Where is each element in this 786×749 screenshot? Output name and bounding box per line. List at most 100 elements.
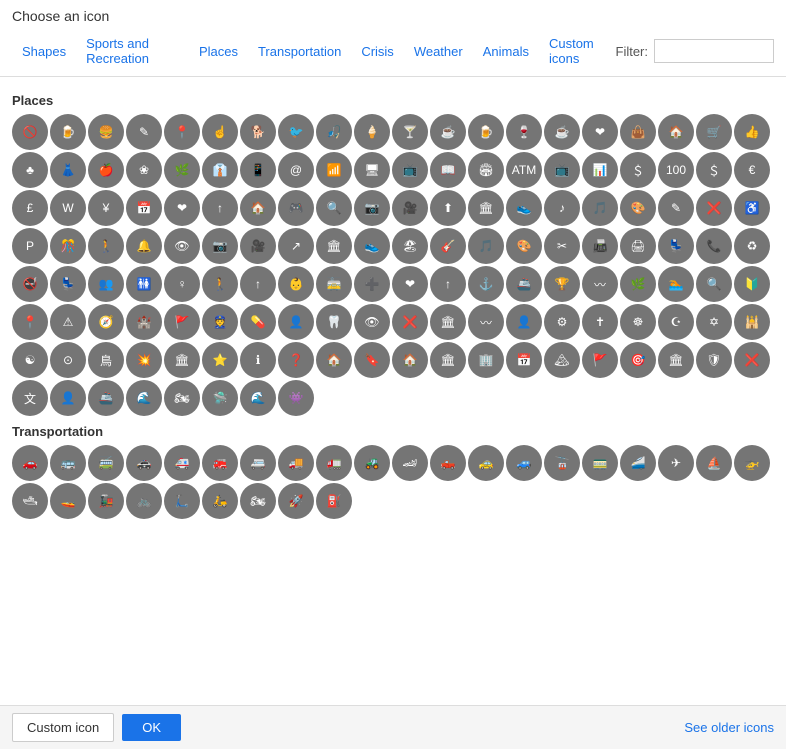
places-icon-55[interactable]: 🎵 — [582, 190, 618, 226]
places-icon-102[interactable]: 🧭 — [88, 304, 124, 340]
places-icon-110[interactable]: ❌ — [392, 304, 428, 340]
transport-icon-21[interactable]: 🚤 — [50, 483, 86, 519]
older-icons-link[interactable]: See older icons — [684, 720, 774, 735]
places-icon-5[interactable]: ☝ — [202, 114, 238, 150]
places-icon-61[interactable]: 🎊 — [50, 228, 86, 264]
places-icon-58[interactable]: ❌ — [696, 190, 732, 226]
places-icon-64[interactable]: 👁 — [164, 228, 200, 264]
places-icon-139[interactable]: ❌ — [734, 342, 770, 378]
places-icon-146[interactable]: 🌊 — [240, 380, 276, 416]
places-icon-121[interactable]: ⊙ — [50, 342, 86, 378]
places-icon-67[interactable]: ↗ — [278, 228, 314, 264]
places-icon-49[interactable]: 📷 — [354, 190, 390, 226]
places-icon-28[interactable]: 📶 — [316, 152, 352, 188]
custom-icon-button[interactable]: Custom icon — [12, 713, 114, 742]
places-icon-1[interactable]: 🍺 — [50, 114, 86, 150]
transport-icon-9[interactable]: 🚜 — [354, 445, 390, 481]
places-icon-50[interactable]: 🎥 — [392, 190, 428, 226]
places-icon-47[interactable]: 🎮 — [278, 190, 314, 226]
places-icon-10[interactable]: 🍸 — [392, 114, 428, 150]
places-icon-23[interactable]: ❀ — [126, 152, 162, 188]
tab-transportation[interactable]: Transportation — [248, 40, 351, 63]
places-icon-80[interactable]: 🚭 — [12, 266, 48, 302]
places-icon-100[interactable]: 📍 — [12, 304, 48, 340]
transport-icon-11[interactable]: 🛻 — [430, 445, 466, 481]
places-icon-97[interactable]: 🏊 — [658, 266, 694, 302]
places-icon-141[interactable]: 👤 — [50, 380, 86, 416]
places-icon-115[interactable]: ✝ — [582, 304, 618, 340]
tab-weather[interactable]: Weather — [404, 40, 473, 63]
places-icon-11[interactable]: ☕ — [430, 114, 466, 150]
places-icon-138[interactable]: 🛡 — [696, 342, 732, 378]
places-icon-113[interactable]: 👤 — [506, 304, 542, 340]
places-icon-14[interactable]: ☕ — [544, 114, 580, 150]
transport-icon-16[interactable]: 🚄 — [620, 445, 656, 481]
tab-crisis[interactable]: Crisis — [351, 40, 404, 63]
places-icon-147[interactable]: 👾 — [278, 380, 314, 416]
places-icon-109[interactable]: 👁 — [354, 304, 390, 340]
places-icon-37[interactable]: 100 — [658, 152, 694, 188]
places-icon-66[interactable]: 🎥 — [240, 228, 276, 264]
places-icon-123[interactable]: 💥 — [126, 342, 162, 378]
tab-animals[interactable]: Animals — [473, 40, 539, 63]
places-icon-44[interactable]: ❤ — [164, 190, 200, 226]
places-icon-86[interactable]: ↑ — [240, 266, 276, 302]
transport-icon-13[interactable]: 🚙 — [506, 445, 542, 481]
places-icon-32[interactable]: 🏟 — [468, 152, 504, 188]
places-icon-57[interactable]: ✎ — [658, 190, 694, 226]
places-icon-51[interactable]: ⬆ — [430, 190, 466, 226]
places-icon-142[interactable]: 🚢 — [88, 380, 124, 416]
places-icon-114[interactable]: ⚙ — [544, 304, 580, 340]
places-icon-62[interactable]: 🚶 — [88, 228, 124, 264]
places-icon-95[interactable]: 〰 — [582, 266, 618, 302]
ok-button[interactable]: OK — [122, 714, 181, 741]
places-icon-96[interactable]: 🌿 — [620, 266, 656, 302]
transport-icon-17[interactable]: ✈ — [658, 445, 694, 481]
places-icon-82[interactable]: 👥 — [88, 266, 124, 302]
places-icon-130[interactable]: 🏠 — [392, 342, 428, 378]
places-icon-145[interactable]: 🛸 — [202, 380, 238, 416]
places-icon-40[interactable]: £ — [12, 190, 48, 226]
places-icon-12[interactable]: 🍺 — [468, 114, 504, 150]
transport-icon-14[interactable]: 🚡 — [544, 445, 580, 481]
places-icon-43[interactable]: 📅 — [126, 190, 162, 226]
places-icon-128[interactable]: 🏠 — [316, 342, 352, 378]
transport-icon-10[interactable]: 🏎 — [392, 445, 428, 481]
places-icon-4[interactable]: 📍 — [164, 114, 200, 150]
places-icon-3[interactable]: ✎ — [126, 114, 162, 150]
places-icon-103[interactable]: 🏰 — [126, 304, 162, 340]
places-icon-91[interactable]: ↑ — [430, 266, 466, 302]
places-icon-131[interactable]: 🏛 — [430, 342, 466, 378]
places-icon-132[interactable]: 🏢 — [468, 342, 504, 378]
places-icon-120[interactable]: ☯ — [12, 342, 48, 378]
transport-icon-3[interactable]: 🚓 — [126, 445, 162, 481]
places-icon-70[interactable]: 🏖 — [392, 228, 428, 264]
places-icon-119[interactable]: 🕌 — [734, 304, 770, 340]
places-icon-30[interactable]: 📺 — [392, 152, 428, 188]
places-icon-52[interactable]: 🏛 — [468, 190, 504, 226]
places-icon-108[interactable]: 🦷 — [316, 304, 352, 340]
places-icon-45[interactable]: ↑ — [202, 190, 238, 226]
places-icon-125[interactable]: ⭐ — [202, 342, 238, 378]
places-icon-46[interactable]: 🏠 — [240, 190, 276, 226]
places-icon-6[interactable]: 🐕 — [240, 114, 276, 150]
places-icon-16[interactable]: 👜 — [620, 114, 656, 150]
places-icon-26[interactable]: 📱 — [240, 152, 276, 188]
places-icon-56[interactable]: 🎨 — [620, 190, 656, 226]
tab-custom-icons[interactable]: Custom icons — [539, 32, 616, 70]
places-icon-92[interactable]: ⚓ — [468, 266, 504, 302]
places-icon-106[interactable]: 💊 — [240, 304, 276, 340]
places-icon-68[interactable]: 🏛 — [316, 228, 352, 264]
filter-input[interactable] — [654, 39, 774, 63]
places-icon-84[interactable]: ♀ — [164, 266, 200, 302]
places-icon-63[interactable]: 🔔 — [126, 228, 162, 264]
places-icon-118[interactable]: ✡ — [696, 304, 732, 340]
places-icon-22[interactable]: 🍎 — [88, 152, 124, 188]
places-icon-127[interactable]: ❓ — [278, 342, 314, 378]
places-icon-116[interactable]: ☸ — [620, 304, 656, 340]
places-icon-33[interactable]: ATM — [506, 152, 542, 188]
places-icon-105[interactable]: 👮 — [202, 304, 238, 340]
places-icon-17[interactable]: 🏠 — [658, 114, 694, 150]
places-icon-24[interactable]: 🌿 — [164, 152, 200, 188]
transport-icon-8[interactable]: 🚛 — [316, 445, 352, 481]
